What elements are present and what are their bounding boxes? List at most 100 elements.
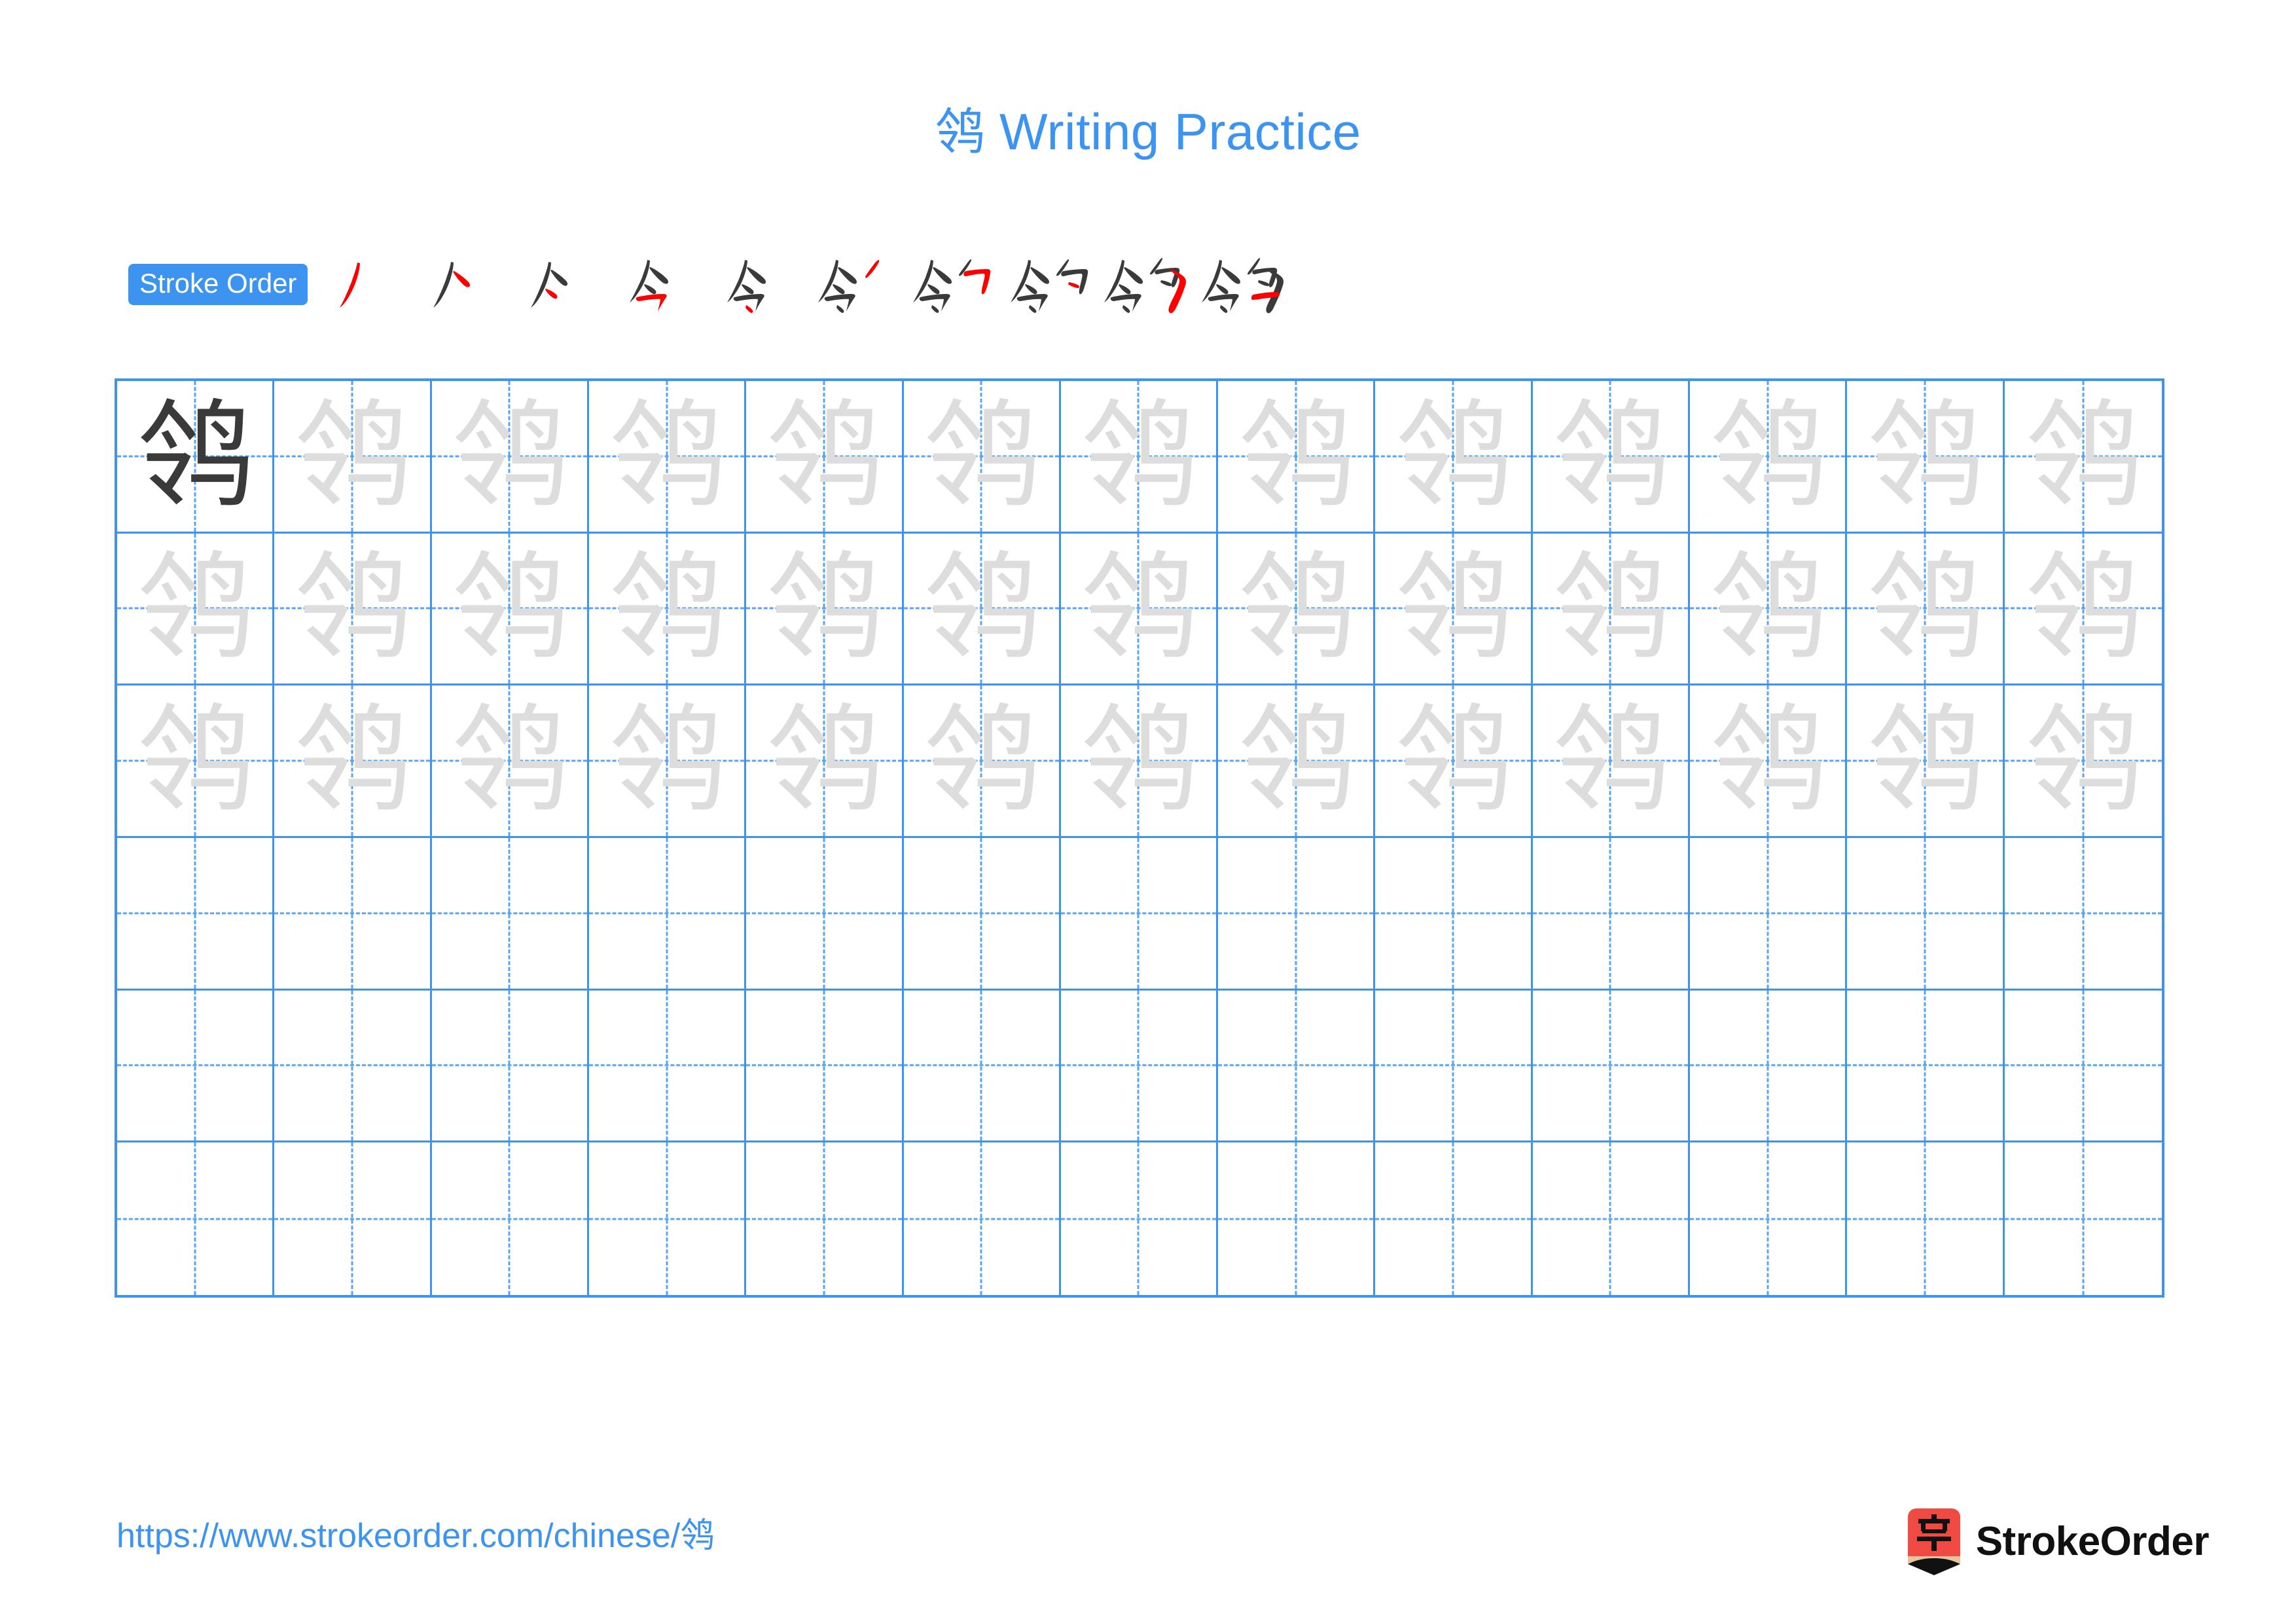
practice-cell-empty[interactable] xyxy=(588,838,747,991)
practice-cell-trace[interactable]: 鸰 xyxy=(746,685,904,838)
stroke-step xyxy=(611,254,708,314)
practice-cell-empty[interactable] xyxy=(274,990,432,1143)
practice-cell-trace[interactable]: 鸰 xyxy=(903,533,1061,686)
practice-cell-empty[interactable] xyxy=(588,990,747,1143)
practice-cell-trace[interactable]: 鸰 xyxy=(2004,381,2162,534)
practice-cell-empty[interactable] xyxy=(1218,990,1376,1143)
practice-cell-trace[interactable]: 鸰 xyxy=(1375,685,1533,838)
practice-cell-trace[interactable]: 鸰 xyxy=(1375,533,1533,686)
practice-cell-trace[interactable]: 鸰 xyxy=(431,381,589,534)
practice-cell-empty[interactable] xyxy=(588,1142,747,1295)
cell-horizontal-guide xyxy=(431,1218,587,1220)
practice-cell-trace[interactable]: 鸰 xyxy=(1847,685,2005,838)
practice-cell-empty[interactable] xyxy=(903,1142,1061,1295)
practice-cell-empty[interactable] xyxy=(903,990,1061,1143)
trace-character: 鸰 xyxy=(2024,693,2142,829)
practice-cell-trace[interactable]: 鸰 xyxy=(903,685,1061,838)
practice-cell-trace[interactable]: 鸰 xyxy=(274,381,432,534)
practice-cell-empty[interactable] xyxy=(1690,838,1848,991)
practice-cell-empty[interactable] xyxy=(1060,838,1219,991)
trace-character: 鸰 xyxy=(1709,540,1826,676)
practice-cell-empty[interactable] xyxy=(1375,838,1533,991)
practice-cell-trace[interactable]: 鸰 xyxy=(1532,685,1691,838)
practice-cell-empty[interactable] xyxy=(1375,990,1533,1143)
practice-cell-empty[interactable] xyxy=(274,838,432,991)
practice-cell-trace[interactable]: 鸰 xyxy=(746,533,904,686)
practice-cell-empty[interactable] xyxy=(1375,1142,1533,1295)
trace-character: 鸰 xyxy=(1395,540,1512,676)
practice-cell-empty[interactable] xyxy=(1847,990,2005,1143)
practice-cell-empty[interactable] xyxy=(1690,990,1848,1143)
practice-cell-empty[interactable] xyxy=(1847,1142,2005,1295)
practice-cell-empty[interactable] xyxy=(1218,838,1376,991)
cell-horizontal-guide xyxy=(903,1064,1059,1067)
practice-cell-empty[interactable] xyxy=(746,838,904,991)
practice-cell-trace[interactable]: 鸰 xyxy=(1218,533,1376,686)
practice-cell-empty[interactable] xyxy=(903,838,1061,991)
practice-cell-empty[interactable] xyxy=(746,1142,904,1295)
trace-character: 鸰 xyxy=(608,388,725,524)
practice-cell-trace[interactable]: 鸰 xyxy=(1060,685,1219,838)
practice-cell-empty[interactable] xyxy=(117,1142,275,1295)
practice-cell-empty[interactable] xyxy=(431,838,589,991)
cell-vertical-guide xyxy=(1295,1142,1297,1295)
practice-cell-trace[interactable]: 鸰 xyxy=(1060,533,1219,686)
practice-cell-empty[interactable] xyxy=(2004,990,2162,1143)
practice-cell-trace[interactable]: 鸰 xyxy=(588,381,747,534)
practice-cell-trace[interactable]: 鸰 xyxy=(2004,685,2162,838)
practice-cell-trace[interactable]: 鸰 xyxy=(1690,381,1848,534)
cell-vertical-guide xyxy=(194,838,196,989)
practice-cell-empty[interactable] xyxy=(117,838,275,991)
practice-cell-trace[interactable]: 鸰 xyxy=(274,685,432,838)
practice-cell-empty[interactable] xyxy=(431,1142,589,1295)
practice-cell-empty[interactable] xyxy=(117,990,275,1143)
practice-cell-empty[interactable] xyxy=(1847,838,2005,991)
practice-cell-trace[interactable]: 鸰 xyxy=(1690,533,1848,686)
practice-cell-empty[interactable] xyxy=(1532,838,1691,991)
practice-cell-empty[interactable] xyxy=(746,990,904,1143)
practice-cell-trace[interactable]: 鸰 xyxy=(1690,685,1848,838)
trace-character: 鸰 xyxy=(923,693,1040,829)
footer-url[interactable]: https://www.strokeorder.com/chinese/鸰 xyxy=(117,1517,714,1555)
practice-cell-trace[interactable]: 鸰 xyxy=(1847,533,2005,686)
practice-cell-trace[interactable]: 鸰 xyxy=(117,685,275,838)
practice-cell-trace[interactable]: 鸰 xyxy=(1532,533,1691,686)
cell-horizontal-guide xyxy=(1847,1064,2003,1067)
practice-cell-model[interactable]: 鸰 xyxy=(117,381,275,534)
practice-cell-empty[interactable] xyxy=(1532,990,1691,1143)
practice-cell-trace[interactable]: 鸰 xyxy=(903,381,1061,534)
practice-cell-empty[interactable] xyxy=(1690,1142,1848,1295)
practice-cell-trace[interactable]: 鸰 xyxy=(117,533,275,686)
practice-cell-empty[interactable] xyxy=(1532,1142,1691,1295)
practice-cell-empty[interactable] xyxy=(1060,1142,1219,1295)
cell-horizontal-guide xyxy=(117,1064,273,1067)
practice-cell-empty[interactable] xyxy=(274,1142,432,1295)
practice-cell-trace[interactable]: 鸰 xyxy=(431,533,589,686)
practice-cell-trace[interactable]: 鸰 xyxy=(1532,381,1691,534)
trace-character: 鸰 xyxy=(923,388,1040,524)
practice-cell-empty[interactable] xyxy=(1218,1142,1376,1295)
practice-grid: 鸰鸰鸰鸰鸰鸰鸰鸰鸰鸰鸰鸰鸰鸰鸰鸰鸰鸰鸰鸰鸰鸰鸰鸰鸰鸰鸰鸰鸰鸰鸰鸰鸰鸰鸰鸰鸰鸰鸰 xyxy=(115,378,2164,1298)
practice-cell-empty[interactable] xyxy=(2004,1142,2162,1295)
cell-horizontal-guide xyxy=(1847,912,2003,915)
trace-character: 鸰 xyxy=(1709,388,1826,524)
practice-cell-trace[interactable]: 鸰 xyxy=(746,381,904,534)
practice-cell-trace[interactable]: 鸰 xyxy=(588,533,747,686)
practice-cell-trace[interactable]: 鸰 xyxy=(2004,533,2162,686)
practice-cell-trace[interactable]: 鸰 xyxy=(431,685,589,838)
trace-character: 鸰 xyxy=(765,388,882,524)
practice-cell-empty[interactable] xyxy=(431,990,589,1143)
brand-logo[interactable]: StrokeOrder xyxy=(1907,1506,2210,1578)
practice-cell-trace[interactable]: 鸰 xyxy=(1218,381,1376,534)
practice-cell-trace[interactable]: 鸰 xyxy=(274,533,432,686)
cell-vertical-guide xyxy=(1609,990,1611,1141)
cell-vertical-guide xyxy=(1767,1142,1769,1295)
cell-horizontal-guide xyxy=(1060,1064,1217,1067)
practice-cell-empty[interactable] xyxy=(2004,838,2162,991)
practice-cell-trace[interactable]: 鸰 xyxy=(1847,381,2005,534)
practice-cell-trace[interactable]: 鸰 xyxy=(588,685,747,838)
practice-cell-trace[interactable]: 鸰 xyxy=(1218,685,1376,838)
practice-cell-trace[interactable]: 鸰 xyxy=(1060,381,1219,534)
practice-cell-empty[interactable] xyxy=(1060,990,1219,1143)
practice-cell-trace[interactable]: 鸰 xyxy=(1375,381,1533,534)
